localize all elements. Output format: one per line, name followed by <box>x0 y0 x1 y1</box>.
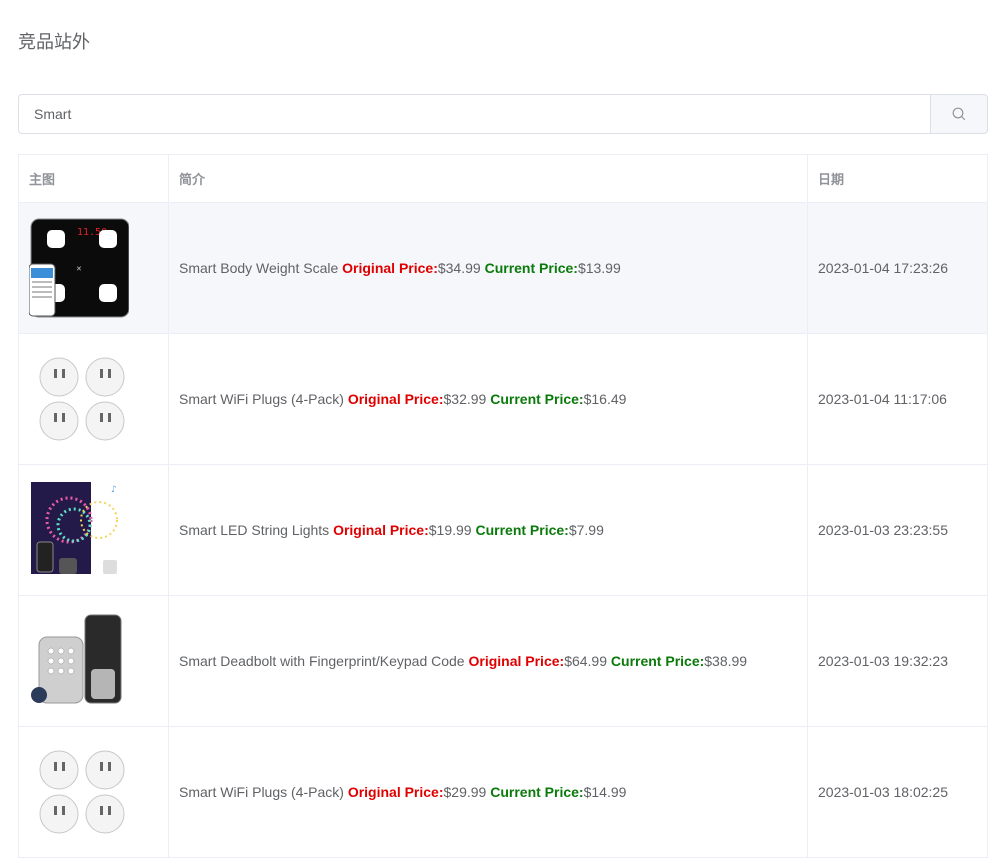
product-intro: Smart Body Weight Scale Original Price:$… <box>179 260 621 276</box>
table-header: 主图 简介 日期 <box>19 155 987 203</box>
product-intro: Smart WiFi Plugs (4-Pack) Original Price… <box>179 784 626 800</box>
original-price: $32.99 <box>443 391 487 407</box>
page-title: 竞品站外 <box>18 32 90 53</box>
original-price-label: Original Price: <box>342 260 438 276</box>
date-cell: 2023-01-04 17:23:26 <box>808 203 987 333</box>
wifi-plugs-image[interactable] <box>29 742 129 842</box>
original-price-label: Original Price: <box>468 653 565 669</box>
column-header-image: 主图 <box>19 155 169 202</box>
current-price: $13.99 <box>577 260 621 276</box>
main-image-cell: ♪ <box>19 465 169 595</box>
product-intro: Smart WiFi Plugs (4-Pack) Original Price… <box>179 391 626 407</box>
wifi-plugs-image[interactable] <box>29 349 129 449</box>
intro-cell: Smart WiFi Plugs (4-Pack) Original Price… <box>169 727 808 857</box>
column-header-intro: 简介 <box>169 155 808 202</box>
current-price: $7.99 <box>568 522 604 538</box>
current-price: $38.99 <box>704 653 748 669</box>
table-row[interactable]: Smart WiFi Plugs (4-Pack) Original Price… <box>19 334 987 465</box>
date-cell: 2023-01-03 23:23:55 <box>808 465 987 595</box>
current-price-label: Current Price: <box>475 522 569 538</box>
original-price-label: Original Price: <box>347 784 444 800</box>
original-price: $34.99 <box>437 260 481 276</box>
search-button[interactable] <box>930 94 988 134</box>
table-row[interactable]: 11.50 ✕ Smart Body Weight Scale Original… <box>19 203 987 334</box>
main-image-cell <box>19 596 169 726</box>
date-cell: 2023-01-03 19:32:23 <box>808 596 987 726</box>
table-row[interactable]: Smart WiFi Plugs (4-Pack) Original Price… <box>19 727 987 858</box>
date-text: 2023-01-03 23:23:55 <box>818 522 948 538</box>
intro-cell: Smart Deadbolt with Fingerprint/Keypad C… <box>169 596 808 726</box>
current-price-label: Current Price: <box>610 653 705 669</box>
svg-text:✕: ✕ <box>76 265 82 273</box>
original-price: $29.99 <box>443 784 487 800</box>
date-text: 2023-01-04 17:23:26 <box>818 260 948 276</box>
date-cell: 2023-01-03 18:02:25 <box>808 727 987 857</box>
main-image-cell: 11.50 ✕ <box>19 203 169 333</box>
main-image-cell <box>19 334 169 464</box>
smart-scale-image[interactable]: 11.50 ✕ <box>29 218 129 318</box>
product-name: Smart WiFi Plugs (4-Pack) <box>179 784 344 800</box>
main-image-cell <box>19 727 169 857</box>
svg-text:♪: ♪ <box>111 485 117 495</box>
date-text: 2023-01-03 18:02:25 <box>818 784 948 800</box>
product-name: Smart Deadbolt with Fingerprint/Keypad C… <box>179 653 465 669</box>
product-intro: Smart LED String Lights Original Price:$… <box>179 522 604 538</box>
original-price: $19.99 <box>428 522 472 538</box>
current-price-label: Current Price: <box>490 391 584 407</box>
product-table: 主图 简介 日期 11.50 ✕ Smart Body Weight Scale… <box>18 154 988 858</box>
date-text: 2023-01-04 11:17:06 <box>818 391 947 407</box>
search-input[interactable] <box>18 94 930 134</box>
original-price: $64.99 <box>564 653 608 669</box>
current-price: $14.99 <box>583 784 627 800</box>
deadbolt-image[interactable] <box>29 611 129 711</box>
intro-cell: Smart Body Weight Scale Original Price:$… <box>169 203 808 333</box>
date-cell: 2023-01-04 11:17:06 <box>808 334 987 464</box>
original-price-label: Original Price: <box>347 391 444 407</box>
product-name: Smart Body Weight Scale <box>179 260 339 276</box>
intro-cell: Smart WiFi Plugs (4-Pack) Original Price… <box>169 334 808 464</box>
original-price-label: Original Price: <box>333 522 429 538</box>
product-name: Smart LED String Lights <box>179 522 330 538</box>
date-text: 2023-01-03 19:32:23 <box>818 653 948 669</box>
product-name: Smart WiFi Plugs (4-Pack) <box>179 391 344 407</box>
current-price-label: Current Price: <box>484 260 578 276</box>
table-row[interactable]: ♪ Smart LED String Lights Original Price… <box>19 465 987 596</box>
search-bar <box>18 94 988 134</box>
current-price-label: Current Price: <box>490 784 584 800</box>
product-intro: Smart Deadbolt with Fingerprint/Keypad C… <box>179 653 747 669</box>
column-header-date: 日期 <box>818 173 845 188</box>
intro-cell: Smart LED String Lights Original Price:$… <box>169 465 808 595</box>
search-icon <box>952 107 966 121</box>
current-price: $16.49 <box>583 391 627 407</box>
table-row[interactable]: Smart Deadbolt with Fingerprint/Keypad C… <box>19 596 987 727</box>
led-string-lights-image[interactable]: ♪ <box>29 480 129 580</box>
